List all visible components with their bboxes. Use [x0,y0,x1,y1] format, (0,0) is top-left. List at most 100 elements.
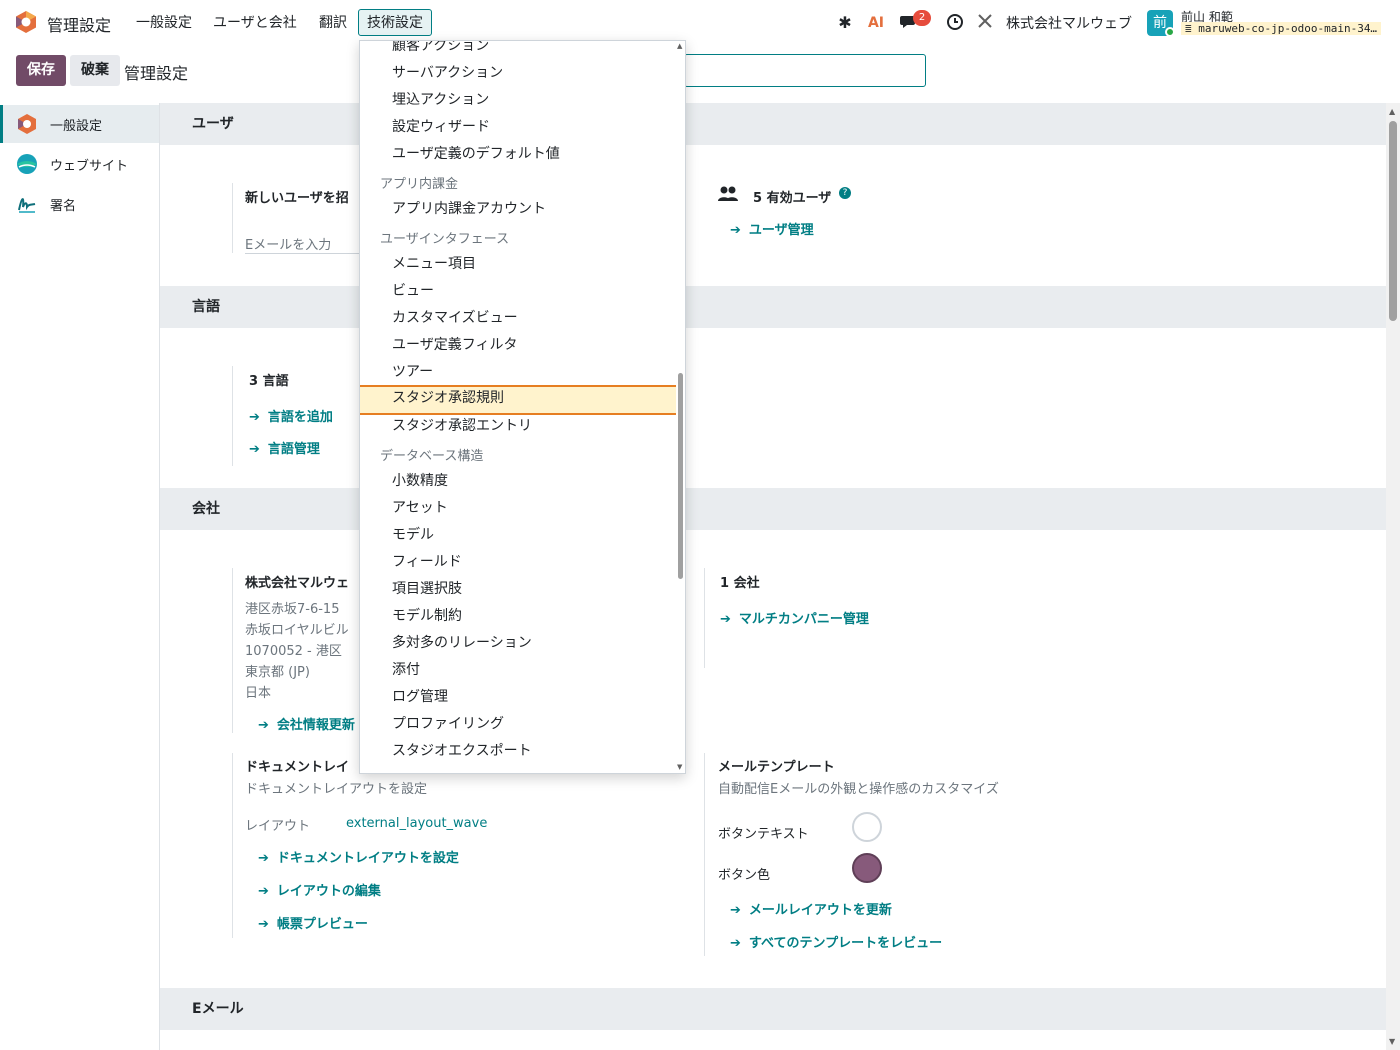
dropdown-scrollbar-thumb[interactable] [678,373,683,579]
scroll-up-icon[interactable]: ▲ [677,42,682,50]
dropdown-scrollbar[interactable]: ▲ ▼ [676,41,685,773]
search-input[interactable] [684,54,926,87]
update-company-info-link[interactable]: ➔ 会社情報更新 [258,714,355,733]
discard-button[interactable]: 破棄 [70,55,120,86]
dropdown-item[interactable]: スタジオエクスポート [360,738,676,765]
dropdown-item[interactable]: ログ管理 [360,684,676,711]
save-button[interactable]: 保存 [16,55,66,86]
users-group-icon [718,185,738,207]
sidebar-item-label: 一般設定 [50,118,103,134]
dropdown-item[interactable]: 添付 [360,657,676,684]
online-status-dot [1165,27,1175,37]
odoo-settings-icon [18,114,36,134]
dropdown-item[interactable]: ユーザ定義フィルタ [360,332,676,359]
dropdown-item[interactable]: メニュー項目 [360,251,676,278]
company-address-line: 港区赤坂7-6-15 [245,602,340,617]
dropdown-item[interactable]: 項目選択肢 [360,576,676,603]
scrollbar-thumb[interactable] [1389,121,1397,321]
menu-translations[interactable]: 翻訳 [310,9,356,36]
company-switcher[interactable]: 株式会社マルウェブ [1006,13,1132,33]
breadcrumb: 管理設定 [124,64,189,83]
button-color-picker[interactable] [852,853,882,883]
app-title[interactable]: 管理設定 [47,12,111,36]
manage-users-link[interactable]: ➔ ユーザ管理 [730,219,814,238]
invite-email-input[interactable]: Eメールを入力 [245,234,331,253]
company-address-line: 日本 [245,686,272,701]
arrow-right-icon: ➔ [730,936,741,951]
sidebar-item-signature[interactable]: 署名 [0,185,159,223]
review-all-templates-link[interactable]: ➔ すべてのテンプレートをレビュー [730,932,942,951]
database-icon: ≣ [1185,22,1199,35]
dropdown-item[interactable]: モデル制約 [360,603,676,630]
invite-users-label: 新しいユーザを招 [245,191,349,206]
languages-count: 3 言語 [249,374,289,389]
scroll-down-icon[interactable]: ▼ [1389,1037,1395,1046]
settings-app-icon[interactable] [14,10,38,34]
help-icon[interactable]: ? [839,187,851,199]
dropdown-item[interactable]: アプリ内課金アカウント [360,196,676,223]
sidebar-item-website[interactable]: ウェブサイト [0,145,159,183]
section-title-companies: 会社 [160,488,1386,530]
menu-users-companies[interactable]: ユーザと会社 [204,9,306,36]
page-scrollbar[interactable]: ▲ ▼ [1386,103,1400,1050]
update-mail-layout-link[interactable]: ➔ メールレイアウトを更新 [730,899,892,918]
section-title-users: ユーザ [160,103,1386,145]
menu-technical[interactable]: 技術設定 [358,9,432,36]
manage-languages-link[interactable]: ➔ 言語管理 [249,438,320,457]
arrow-right-icon: ➔ [258,884,269,899]
sidebar-item-label: ウェブサイト [50,158,129,174]
multi-company-link[interactable]: ➔ マルチカンパニー管理 [720,608,869,627]
dropdown-item[interactable]: モデル [360,522,676,549]
dropdown-item[interactable]: ツアー [360,359,676,386]
dropdown-item[interactable]: フィールド [360,549,676,576]
company-address-line: 東京都 (JP) [245,665,310,680]
divider [232,568,233,733]
dropdown-item[interactable]: ビュー [360,278,676,305]
dropdown-item[interactable]: スタジオ承認エントリ [360,413,676,440]
email-input-underline [245,253,359,254]
dropdown-item[interactable]: アセット [360,495,676,522]
divider [232,753,233,938]
dropdown-section-header: アプリ内課金 [380,177,459,192]
dropdown-item[interactable]: 多対多のリレーション [360,630,676,657]
configure-document-layout-link[interactable]: ➔ ドキュメントレイアウトを設定 [258,847,459,866]
sidebar-item-label: 署名 [50,198,77,214]
dropdown-item[interactable]: サーバアクション [360,60,676,87]
settings-main: ユーザ 新しいユーザを招 Eメールを入力 5 有効ユーザ ? ➔ ユーザ管理 言語… [160,103,1386,1050]
button-text-color-picker[interactable] [852,812,882,842]
section-title-languages: 言語 [160,286,1386,328]
document-layout-title: ドキュメントレイ [245,760,350,775]
dropdown-item[interactable]: プロファイリング [360,711,676,738]
dropdown-item[interactable]: 小数精度 [360,468,676,495]
dropdown-item[interactable]: 設定ウィザード [360,114,676,141]
dropdown-item[interactable]: 顧客アクション [360,41,676,60]
dropdown-item-selected[interactable]: スタジオ承認規則 [360,385,676,415]
dropdown-item[interactable]: ユーザ定義のデフォルト値 [360,141,676,168]
messages-count-badge: 2 [913,10,931,26]
mail-templates-subtitle: 自動配信Eメールの外観と操作感のカスタマイズ [718,782,999,797]
mail-templates-title: メールテンプレート [718,760,835,775]
dropdown-section-header: データベース構造 [380,449,484,464]
report-preview-link[interactable]: ➔ 帳票プレビュー [258,913,368,932]
ai-icon[interactable]: AI [866,13,886,33]
scroll-down-icon[interactable]: ▼ [677,763,682,771]
divider [704,568,705,668]
dropdown-item[interactable]: カスタマイズビュー [360,305,676,332]
settings-sidebar: 一般設定 ウェブサイト 署名 [0,103,160,1050]
add-language-link[interactable]: ➔ 言語を追加 [249,406,333,425]
tools-icon[interactable] [975,13,995,33]
dropdown-item[interactable]: 埋込アクション [360,87,676,114]
activity-clock-icon[interactable] [945,13,965,33]
arrow-right-icon: ➔ [249,442,260,457]
menu-general-settings[interactable]: 一般設定 [127,9,201,36]
layout-value-link[interactable]: external_layout_wave [346,816,487,831]
debug-bug-icon[interactable]: ✱ [835,13,855,33]
company-address-line: 1070052 - 港区 [245,644,342,659]
edit-layout-link[interactable]: ➔ レイアウトの編集 [258,880,381,899]
signature-icon [18,198,36,213]
scroll-up-icon[interactable]: ▲ [1389,107,1395,116]
sidebar-item-general-settings[interactable]: 一般設定 [0,105,159,143]
button-color-label: ボタン色 [718,868,771,883]
divider [704,753,705,956]
arrow-right-icon: ➔ [258,851,269,866]
